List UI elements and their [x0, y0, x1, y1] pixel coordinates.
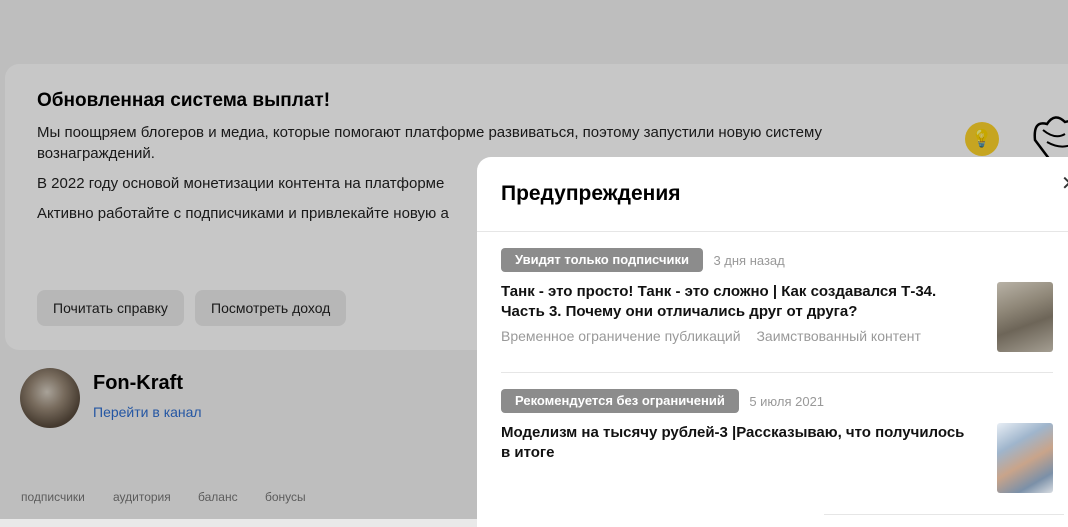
item-divider: [824, 514, 1064, 515]
item-divider: [501, 372, 1053, 373]
close-icon[interactable]: ✕: [1061, 171, 1068, 196]
status-badge: Увидят только подписчики: [501, 248, 703, 272]
restriction-tags: Временное ограничение публикаций Заимств…: [501, 328, 921, 344]
header-divider: [477, 231, 1068, 232]
article-title[interactable]: Танк - это просто! Танк - это сложно | К…: [501, 282, 971, 322]
warning-item[interactable]: Увидят только подписчики 3 дня назад Тан…: [501, 248, 1053, 352]
article-title[interactable]: Моделизм на тысячу рублей-3 |Рассказываю…: [501, 423, 971, 463]
warnings-panel: Предупреждения ✕ Увидят только подписчик…: [477, 157, 1068, 527]
article-thumbnail[interactable]: [997, 423, 1053, 493]
restriction-tag: Временное ограничение публикаций: [501, 328, 741, 344]
article-thumbnail[interactable]: [997, 282, 1053, 352]
warning-item[interactable]: Рекомендуется без ограничений 5 июля 202…: [501, 389, 1053, 493]
item-date: 3 дня назад: [713, 252, 785, 268]
restriction-tag: Заимствованный контент: [756, 328, 921, 344]
status-badge: Рекомендуется без ограничений: [501, 389, 739, 413]
panel-title: Предупреждения: [501, 182, 681, 205]
item-date: 5 июля 2021: [749, 393, 825, 409]
